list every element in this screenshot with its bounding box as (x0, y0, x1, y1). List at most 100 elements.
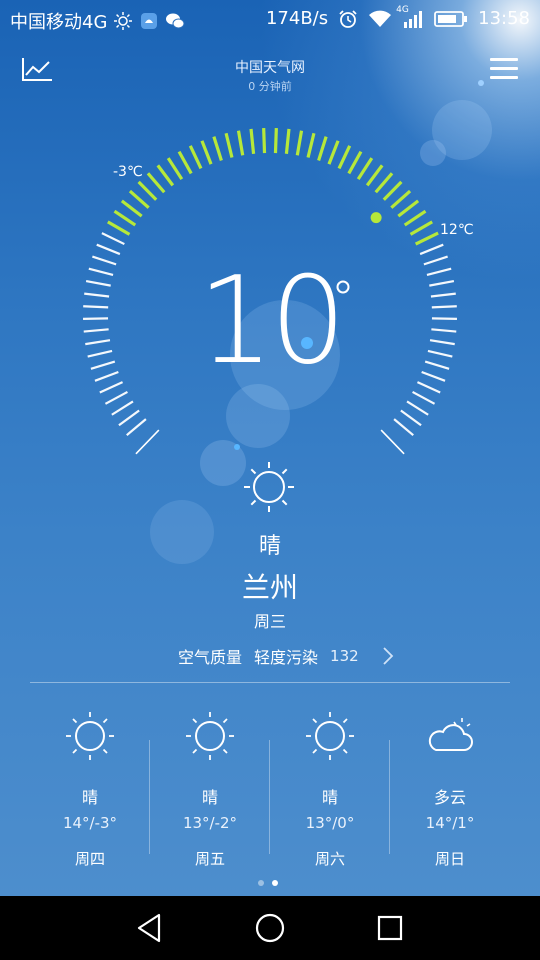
dial-tick-range (356, 157, 374, 180)
air-quality-row[interactable]: 空气质量 轻度污染 132 (178, 644, 395, 668)
dial-tick-range (374, 172, 394, 194)
dial-tick (427, 349, 453, 358)
sun-icon (244, 462, 294, 512)
dial-tick (94, 370, 119, 382)
dial-tick (126, 418, 147, 437)
dial-tick (85, 280, 111, 287)
recents-icon[interactable] (372, 910, 408, 946)
dial-tick-range (284, 128, 291, 154)
dial-tick (111, 400, 134, 416)
status-bar: 中国移动4G 174B/s 4G 13:58 (0, 0, 540, 38)
dial-tick (431, 305, 457, 309)
forecast-condition: 晴 (321, 788, 338, 807)
current-temp-marker (370, 212, 382, 224)
dial-end-marker (135, 429, 160, 455)
forecast-weekday: 周五 (194, 850, 225, 868)
dial-tick (431, 317, 457, 320)
weather-screen: 中国移动4G 174B/s 4G 13:58 中国天气网 0 分钟前 -3℃ 1… (0, 0, 540, 896)
city-name[interactable]: 兰州 (0, 566, 540, 606)
dial-tick (83, 305, 109, 309)
dial-tick (431, 328, 457, 333)
divider (149, 740, 150, 854)
dial-tick (423, 255, 448, 266)
forecast-weekday: 周日 (434, 850, 465, 868)
dial-tick-range (347, 150, 363, 175)
dial-tick-range (249, 128, 256, 154)
dial-tick-range (236, 130, 245, 156)
dial-tick (92, 255, 117, 266)
dial-tick-range (262, 128, 267, 154)
dial-tick (118, 409, 140, 427)
dial-tick-range (137, 180, 158, 201)
dial-tick-range (128, 189, 150, 209)
dial-tick-range (409, 220, 433, 236)
low-temp-label: -3℃ (113, 164, 143, 180)
aqi-level: 轻度污染 (254, 648, 319, 667)
dial-tick-range (403, 209, 427, 227)
dial-tick-range (120, 199, 143, 218)
forecast-temp-range: 14°/1° (425, 814, 475, 832)
sun-icon (66, 712, 114, 760)
app-notification-icon (141, 13, 158, 29)
dial-tick-range (390, 189, 412, 209)
forecast-temp-range: 13°/0° (305, 814, 355, 832)
dial-tick-range (317, 136, 328, 161)
navigation-bar (0, 896, 540, 960)
dial-tick-range (306, 132, 316, 158)
forecast-day[interactable]: 晴 14°/-3° 周四 (30, 710, 150, 869)
dial-tick-range (382, 180, 403, 201)
dial-tick (88, 267, 114, 276)
dial-tick (424, 360, 450, 370)
page-indicator (258, 880, 278, 886)
forecast-weekday: 周四 (74, 850, 105, 868)
forecast-day[interactable]: 多云 14°/1° 周日 (390, 710, 510, 869)
dial-tick (426, 267, 452, 276)
aqi-value: 132 (330, 647, 359, 665)
dial-tick-range (365, 164, 384, 187)
dial-tick (84, 292, 110, 298)
dial-tick-range (295, 130, 304, 156)
dial-tick-range (327, 140, 340, 165)
current-temperature: 10 (197, 252, 347, 391)
dial-tick (85, 339, 111, 346)
dial-tick-range (212, 136, 223, 161)
forecast-day[interactable]: 晴 13°/-2° 周五 (150, 710, 270, 869)
chevron-right-icon[interactable] (381, 646, 395, 666)
dial-tick (419, 243, 444, 256)
dial-tick (83, 317, 109, 320)
dial-tick (416, 381, 441, 394)
menu-icon[interactable] (490, 58, 518, 82)
dial-tick (99, 381, 124, 394)
cloud-icon (428, 718, 473, 751)
dial-tick (83, 328, 109, 333)
dial-tick (96, 243, 121, 256)
forecast-temp-range: 14°/-3° (62, 814, 118, 832)
dial-tick (101, 232, 125, 246)
forecast-day[interactable]: 晴 13°/0° 周六 (270, 710, 390, 869)
dial-tick-range (200, 140, 213, 165)
home-icon[interactable] (252, 910, 288, 946)
dial-tick (87, 349, 113, 358)
wifi-icon (369, 10, 392, 27)
dial-tick-range (397, 199, 420, 218)
dial-tick (393, 418, 414, 437)
condition-label: 晴 (258, 534, 281, 559)
divider (389, 740, 390, 854)
dial-tick-range (337, 145, 352, 170)
forecast-temp-range: 13°/-2° (182, 814, 238, 832)
dial-tick (429, 339, 455, 346)
dial-tick-range (414, 231, 439, 246)
dial-tick (406, 400, 429, 416)
network-speed: 174B/s (265, 8, 329, 29)
forecast-condition: 晴 (201, 788, 218, 807)
aqi-label: 空气质量 (178, 648, 243, 667)
sun-icon (186, 712, 234, 760)
dial-tick (430, 292, 456, 298)
sun-icon (306, 712, 354, 760)
dial-tick-range (224, 132, 234, 158)
page-dot (258, 880, 264, 886)
data-source: 中国天气网 (235, 60, 305, 76)
wechat-icon (166, 13, 185, 29)
dial-tick (400, 409, 422, 427)
back-icon[interactable] (132, 910, 168, 946)
